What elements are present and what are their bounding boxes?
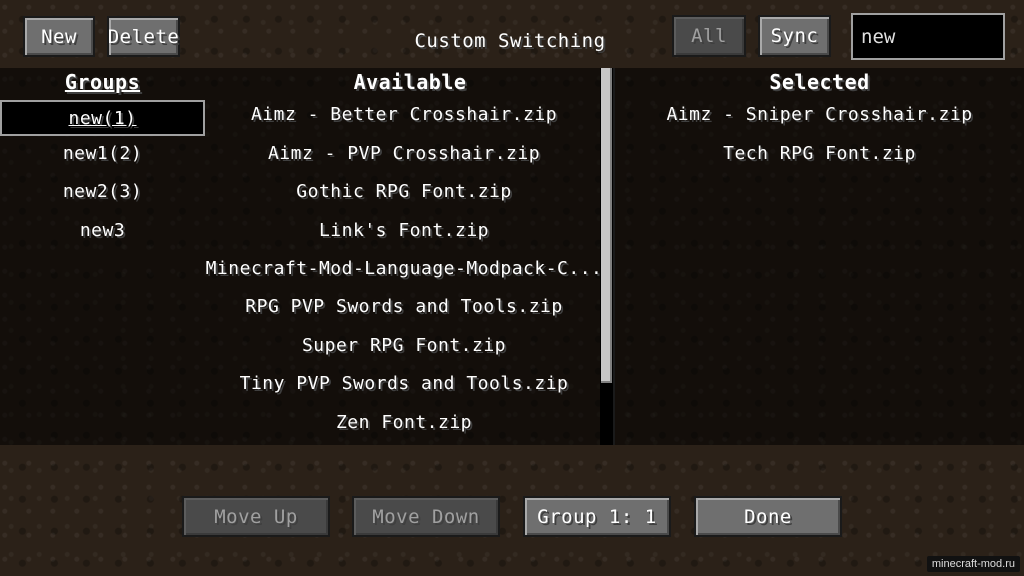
search-input[interactable] bbox=[851, 13, 1005, 60]
page-title: Custom Switching bbox=[414, 30, 606, 52]
group-item[interactable]: new1(2) bbox=[0, 135, 205, 171]
watermark: minecraft-mod.ru bbox=[926, 556, 1020, 572]
available-item[interactable]: RPG PVP Swords and Tools.zip bbox=[205, 288, 603, 324]
selected-header: Selected bbox=[769, 70, 870, 94]
sync-button[interactable]: Sync bbox=[758, 15, 831, 57]
selected-item[interactable]: Aimz - Sniper Crosshair.zip bbox=[615, 96, 1024, 132]
group-item[interactable]: new3 bbox=[0, 212, 205, 248]
available-item[interactable]: Minecraft-Mod-Language-Modpack-C... bbox=[205, 250, 603, 286]
group-item[interactable]: new(1) bbox=[0, 100, 205, 136]
available-item[interactable]: Aimz - PVP Crosshair.zip bbox=[205, 135, 603, 171]
done-button[interactable]: Done bbox=[694, 496, 842, 537]
all-button[interactable]: All bbox=[672, 15, 746, 57]
move-down-button[interactable]: Move Down bbox=[352, 496, 500, 537]
groups-header: Groups bbox=[64, 70, 141, 94]
group-button[interactable]: Group 1: 1 bbox=[523, 496, 671, 537]
available-item[interactable]: Gothic RPG Font.zip bbox=[205, 173, 603, 209]
available-item[interactable]: Super RPG Font.zip bbox=[205, 327, 603, 363]
selected-item[interactable]: Tech RPG Font.zip bbox=[615, 135, 1024, 171]
available-item[interactable]: Tiny PVP Swords and Tools.zip bbox=[205, 365, 603, 401]
available-item[interactable]: Zen Font.zip bbox=[205, 404, 603, 440]
available-header: Available bbox=[353, 70, 467, 94]
delete-button[interactable]: Delete bbox=[107, 16, 180, 57]
available-item[interactable]: Aimz - Better Crosshair.zip bbox=[205, 96, 603, 132]
group-item[interactable]: new2(3) bbox=[0, 173, 205, 209]
available-scrollbar-thumb[interactable] bbox=[601, 68, 612, 383]
new-button[interactable]: New bbox=[23, 16, 95, 57]
available-item[interactable]: Link's Font.zip bbox=[205, 212, 603, 248]
move-up-button[interactable]: Move Up bbox=[182, 496, 330, 537]
